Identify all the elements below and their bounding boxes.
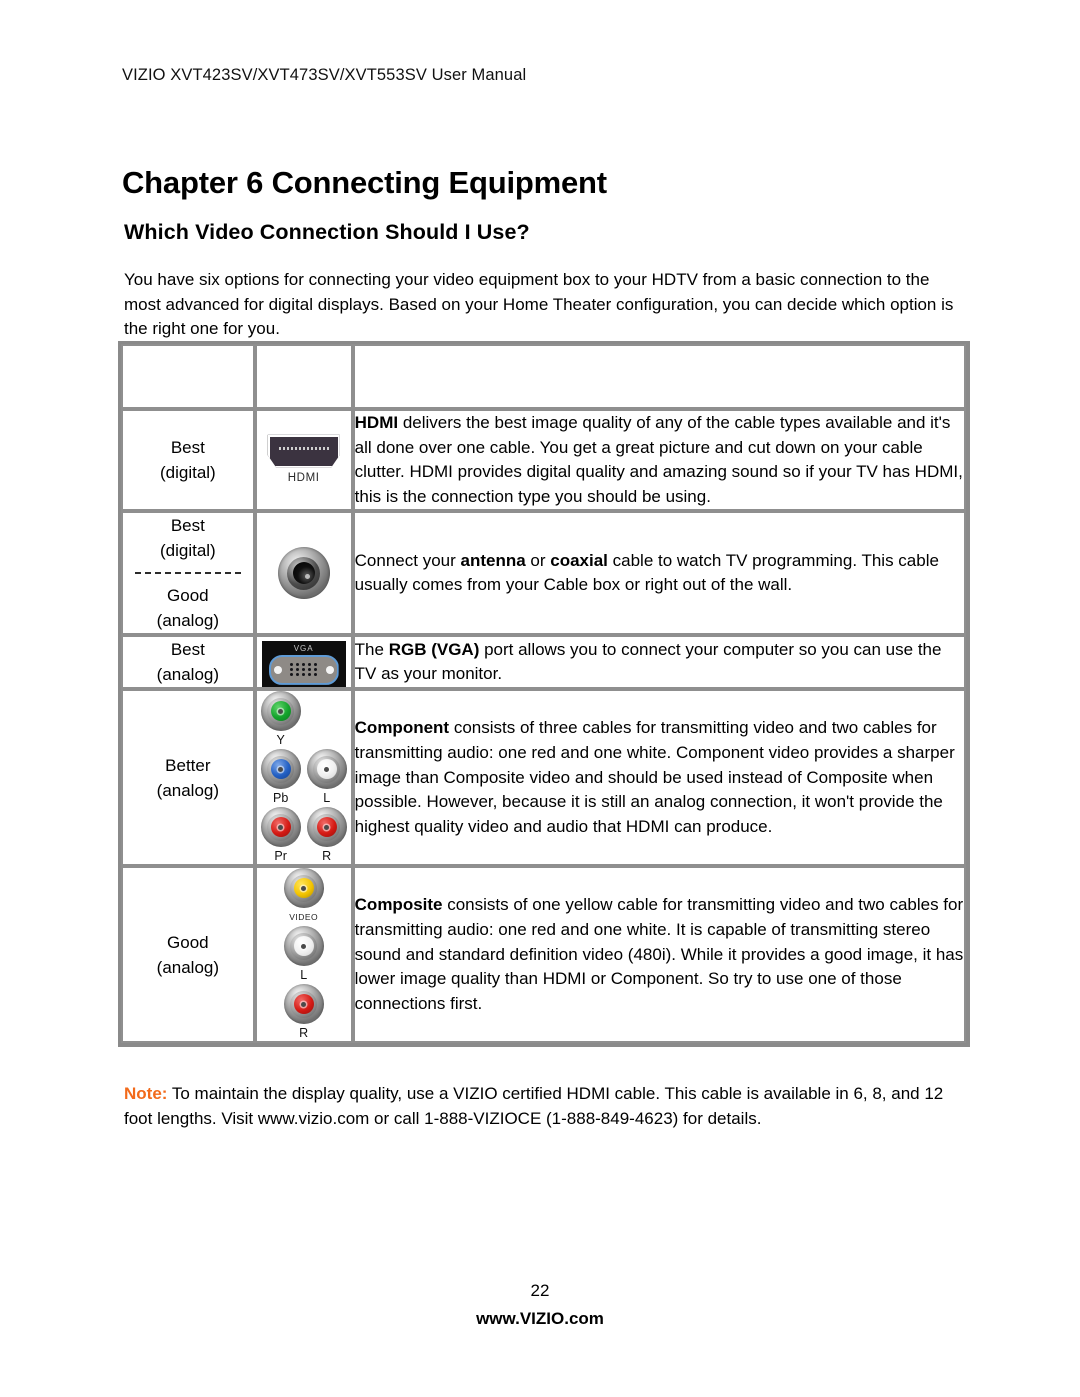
table-row: Best (digital) HDMI HDMI delivers the be… <box>121 409 966 512</box>
column-header-quality-line1: Connection <box>145 357 231 374</box>
description-cell-hdmi: HDMI delivers the best image quality of … <box>352 409 966 512</box>
connector-cell-component: Y Pb L Pr R <box>254 689 353 867</box>
table-row: Best (analog) VGA The RGB (VGA) port all… <box>121 635 966 690</box>
quality-label: Good <box>167 932 209 952</box>
coaxial-connector-icon <box>277 547 330 600</box>
column-header-description: Description <box>352 344 966 409</box>
table-body: Best (digital) HDMI HDMI delivers the be… <box>121 409 966 1044</box>
table-row: Best (digital) Good (analog) Connect you… <box>121 511 966 636</box>
composite-jacks-icon: VIDEO L R <box>283 868 324 1041</box>
column-header-quality-line2: Quality (type) <box>138 378 238 395</box>
quality-cell-hdmi: Best (digital) <box>121 409 255 512</box>
intro-paragraph: You have six options for connecting your… <box>124 270 954 338</box>
connection-comparison-table: Connection Quality (type) Connector Desc… <box>118 341 970 1048</box>
description-keyword: Composite <box>354 895 443 915</box>
quality-type: (analog) <box>156 665 220 685</box>
table-row: Good (analog) VIDEO L R Composite consis… <box>121 866 966 1044</box>
page-number: 22 <box>530 1281 550 1300</box>
quality-type: (analog) <box>156 957 220 977</box>
description-text-part: The <box>354 639 389 659</box>
connector-cell-coaxial <box>254 511 353 636</box>
description-keyword: coaxial <box>550 550 608 570</box>
column-header-description-label: Description <box>615 367 704 385</box>
quality-cell-component: Better (analog) <box>121 689 255 867</box>
note-text: To maintain the display quality, use a V… <box>124 1084 944 1128</box>
connector-cell-vga: VGA <box>254 635 353 690</box>
vga-port-label: VGA <box>293 643 314 653</box>
component-jack-y: Y <box>260 691 301 748</box>
quality-label-upper: Best <box>170 516 205 536</box>
table-header-row: Connection Quality (type) Connector Desc… <box>121 344 966 409</box>
quality-label: Better <box>165 755 211 775</box>
component-jack-r-label: R <box>322 849 332 864</box>
component-jack-pb: Pb <box>260 749 301 806</box>
description-text: delivers the best image quality of any o… <box>354 413 963 506</box>
note-label: Note: <box>124 1084 168 1103</box>
description-keyword: RGB (VGA) <box>388 639 480 659</box>
composite-jack-l-label: L <box>300 968 308 983</box>
description-keyword: HDMI <box>354 413 399 432</box>
note-paragraph: Note: To maintain the display quality, u… <box>124 1082 969 1131</box>
quality-cell-coaxial: Best (digital) Good (analog) <box>121 511 255 636</box>
table-header: Connection Quality (type) Connector Desc… <box>121 344 966 409</box>
quality-type-upper: (digital) <box>159 541 216 561</box>
description-keyword: antenna <box>460 550 526 570</box>
quality-label: Best <box>170 640 205 660</box>
column-header-connection-quality: Connection Quality (type) <box>121 344 255 409</box>
composite-jack-l: L <box>283 926 324 983</box>
quality-label-lower: Good <box>167 586 209 606</box>
column-header-connector-label: Connector <box>263 367 344 385</box>
quality-type: (analog) <box>156 780 220 800</box>
vga-port-icon: VGA <box>261 640 346 687</box>
description-cell-vga: The RGB (VGA) port allows you to connect… <box>352 635 966 690</box>
document-page: VIZIO XVT423SV/XVT473SV/XVT553SV User Ma… <box>0 0 1080 1397</box>
component-jack-pr: Pr <box>260 807 301 864</box>
column-header-connector: Connector <box>254 344 353 409</box>
description-keyword: Component <box>354 718 450 738</box>
description-cell-composite: Composite consists of one yellow cable f… <box>352 866 966 1044</box>
connector-cell-hdmi: HDMI <box>254 409 353 512</box>
description-text-part: or <box>525 550 551 570</box>
component-jack-l-label: L <box>323 791 331 806</box>
hdmi-port-label: HDMI <box>287 471 320 484</box>
hdmi-port-icon: HDMI <box>267 434 340 486</box>
quality-type: (digital) <box>159 463 216 483</box>
footer-website: www.VIZIO.com <box>476 1309 604 1328</box>
component-jack-pb-label: Pb <box>273 791 289 806</box>
vga-screw-right-icon <box>325 665 334 674</box>
description-text-part: Connect your <box>354 550 461 570</box>
quality-cell-composite: Good (analog) <box>121 866 255 1044</box>
quality-label: Best <box>170 438 205 458</box>
composite-jack-r-label: R <box>299 1026 309 1041</box>
running-header: VIZIO XVT423SV/XVT473SV/XVT553SV User Ma… <box>122 66 527 84</box>
section-title: Which Video Connection Should I Use? <box>124 220 530 244</box>
description-text: consists of one yellow cable for transmi… <box>354 895 964 1013</box>
quality-cell-vga: Best (analog) <box>121 635 255 690</box>
component-jacks-icon: Y Pb L Pr R <box>258 691 350 864</box>
vga-screw-left-icon <box>273 665 282 674</box>
connector-cell-composite: VIDEO L R <box>254 866 353 1044</box>
component-jack-r: R <box>306 807 347 864</box>
composite-jack-video: VIDEO <box>283 868 324 925</box>
component-jack-l: L <box>306 749 347 806</box>
dashed-divider <box>135 572 241 575</box>
composite-jack-video-label: VIDEO <box>289 912 319 923</box>
composite-jack-r: R <box>283 984 324 1041</box>
description-cell-component: Component consists of three cables for t… <box>352 689 966 867</box>
description-cell-coaxial: Connect your antenna or coaxial cable to… <box>352 511 966 636</box>
chapter-title: Chapter 6 Connecting Equipment <box>122 165 607 200</box>
quality-type-lower: (analog) <box>156 611 220 631</box>
component-jack-pr-label: Pr <box>274 849 287 864</box>
component-jack-y-label: Y <box>276 733 285 748</box>
table-row: Better (analog) Y Pb L Pr R Component co… <box>121 689 966 867</box>
